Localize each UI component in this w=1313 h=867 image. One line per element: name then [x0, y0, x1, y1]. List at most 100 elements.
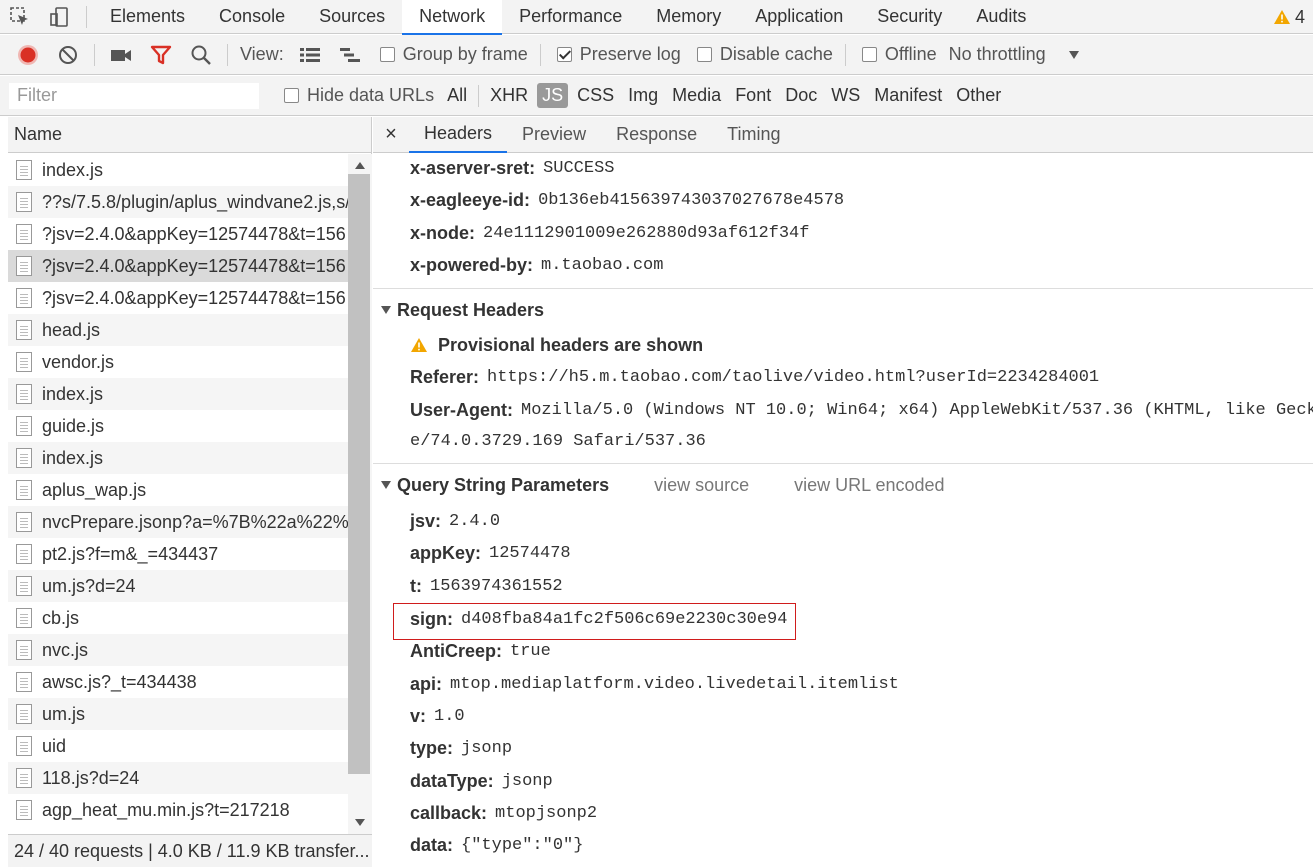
- param-key: AntiCreep:: [410, 640, 503, 661]
- request-row[interactable]: agp_heat_mu.min.js?t=217218: [8, 794, 348, 826]
- request-row[interactable]: pt2.js?f=m&_=434437: [8, 538, 348, 570]
- request-row[interactable]: vendor.js: [8, 346, 348, 378]
- offline-checkbox[interactable]: Offline: [852, 44, 943, 65]
- request-list-scrollbar[interactable]: [348, 154, 372, 834]
- request-row[interactable]: ??s/7.5.8/plugin/aplus_windvane2.js,s/..…: [8, 186, 348, 218]
- checkbox-box[interactable]: [379, 47, 395, 62]
- request-name: awsc.js?_t=434438: [42, 671, 197, 692]
- file-icon: [16, 480, 32, 500]
- param-value: {"type":"0"}: [461, 835, 584, 855]
- request-row[interactable]: ?jsv=2.4.0&appKey=12574478&t=156: [8, 218, 348, 250]
- search-button[interactable]: [181, 35, 221, 75]
- filter-type-js[interactable]: JS: [537, 83, 569, 108]
- large-rows-toggle[interactable]: [290, 35, 330, 75]
- scroll-down-arrow-icon[interactable]: [355, 819, 365, 826]
- request-row[interactable]: nvcPrepare.jsonp?a=%7B%22a%22%3...: [8, 506, 348, 538]
- request-row[interactable]: aplus_wap.js: [8, 474, 348, 506]
- capture-screenshots-button[interactable]: [101, 35, 141, 75]
- inspect-element-icon[interactable]: [0, 0, 40, 34]
- checkbox-box[interactable]: [284, 88, 299, 103]
- hide-data-urls-checkbox[interactable]: Hide data URLs: [274, 85, 440, 106]
- throttling-select[interactable]: No throttling: [943, 44, 1086, 65]
- header-key: x-node:: [410, 222, 475, 243]
- filter-type-other[interactable]: Other: [951, 83, 1006, 108]
- request-row[interactable]: awsc.js?_t=434438: [8, 666, 348, 698]
- filter-type-xhr[interactable]: XHR: [485, 83, 533, 108]
- query-param-row: callback: mtopjsonp2: [410, 797, 597, 829]
- request-row[interactable]: nvc.js: [8, 634, 348, 666]
- tab-network[interactable]: Network: [402, 0, 503, 35]
- query-params-toggle[interactable]: Query String Parameters view source view U…: [381, 470, 945, 500]
- name-column-header[interactable]: Name: [8, 117, 371, 153]
- filter-type-ws[interactable]: WS: [826, 83, 865, 108]
- request-row[interactable]: index.js: [8, 378, 348, 410]
- header-value: 24e1112901009e262880d93af612f34f: [483, 223, 810, 243]
- tab-sources[interactable]: Sources: [302, 0, 402, 34]
- tab-security[interactable]: Security: [860, 0, 959, 34]
- tab-elements[interactable]: Elements: [93, 0, 202, 34]
- request-headers-toggle[interactable]: Request Headers: [381, 295, 544, 325]
- header-value: m.taobao.com: [541, 255, 664, 275]
- filter-type-all[interactable]: All: [442, 83, 472, 108]
- filter-type-media[interactable]: Media: [667, 83, 726, 108]
- tab-preview[interactable]: Preview: [507, 117, 601, 153]
- request-name: um.js?d=24: [42, 575, 136, 596]
- file-icon: [16, 768, 32, 788]
- header-value: e/74.0.3729.169 Safari/537.36: [410, 431, 706, 451]
- request-row[interactable]: um.js: [8, 698, 348, 730]
- record-button[interactable]: [8, 35, 48, 75]
- tab-timing[interactable]: Timing: [712, 117, 795, 153]
- disable-cache-checkbox[interactable]: Disable cache: [687, 44, 839, 65]
- query-param-row: v: 1.0: [410, 700, 465, 732]
- tab-response[interactable]: Response: [601, 117, 712, 153]
- request-row[interactable]: 118.js?d=24: [8, 762, 348, 794]
- request-row[interactable]: um.js?d=24: [8, 570, 348, 602]
- tab-audits[interactable]: Audits: [959, 0, 1043, 34]
- filter-type-img[interactable]: Img: [623, 83, 663, 108]
- request-row[interactable]: index.js: [8, 154, 348, 186]
- hide-data-urls-label: Hide data URLs: [307, 85, 435, 105]
- tab-performance[interactable]: Performance: [502, 0, 639, 34]
- request-name: um.js: [42, 703, 86, 724]
- warning-counter[interactable]: 4: [1273, 0, 1305, 34]
- request-row[interactable]: index.js: [8, 442, 348, 474]
- query-params-title: Query String Parameters: [397, 474, 610, 495]
- tab-headers[interactable]: Headers: [409, 117, 508, 153]
- request-row[interactable]: cb.js: [8, 602, 348, 634]
- overview-toggle[interactable]: [330, 35, 370, 75]
- clear-button[interactable]: [48, 35, 88, 75]
- request-row[interactable]: uid: [8, 730, 348, 762]
- checkbox-box[interactable]: [556, 47, 572, 62]
- file-icon: [16, 512, 32, 532]
- filter-input[interactable]: [8, 81, 260, 110]
- checkbox-box[interactable]: [696, 47, 712, 62]
- scroll-up-arrow-icon[interactable]: [355, 162, 365, 169]
- filter-type-css[interactable]: CSS: [572, 83, 619, 108]
- request-row[interactable]: guide.js: [8, 410, 348, 442]
- preserve-log-checkbox[interactable]: Preserve log: [547, 44, 687, 65]
- tab-console[interactable]: Console: [202, 0, 302, 34]
- clear-icon: [59, 45, 77, 64]
- scrollbar-thumb[interactable]: [348, 174, 370, 774]
- filter-toggle-button[interactable]: [141, 35, 181, 75]
- request-row[interactable]: ?jsv=2.4.0&appKey=12574478&t=156: [8, 282, 348, 314]
- section-divider: [373, 463, 1313, 464]
- close-details-button[interactable]: ×: [373, 117, 409, 153]
- filter-type-manifest[interactable]: Manifest: [869, 83, 947, 108]
- filter-type-font[interactable]: Font: [730, 83, 776, 108]
- request-row[interactable]: head.js: [8, 314, 348, 346]
- query-param-row: data: {"type":"0"}: [410, 829, 583, 861]
- request-row[interactable]: ?jsv=2.4.0&appKey=12574478&t=156: [8, 250, 348, 282]
- header-key: Referer:: [410, 366, 480, 387]
- header-key: x-aserver-sret:: [410, 157, 536, 178]
- tab-memory[interactable]: Memory: [639, 0, 738, 34]
- device-toolbar-icon[interactable]: [40, 0, 80, 34]
- checkbox-box[interactable]: [861, 47, 877, 62]
- filter-type-doc[interactable]: Doc: [780, 83, 822, 108]
- file-icon: [16, 320, 32, 340]
- view-source-link[interactable]: view source: [654, 475, 749, 496]
- group-by-frame-checkbox[interactable]: Group by frame: [370, 44, 534, 65]
- view-url-encoded-link[interactable]: view URL encoded: [794, 475, 944, 496]
- tab-application[interactable]: Application: [738, 0, 860, 34]
- separator: [86, 5, 87, 28]
